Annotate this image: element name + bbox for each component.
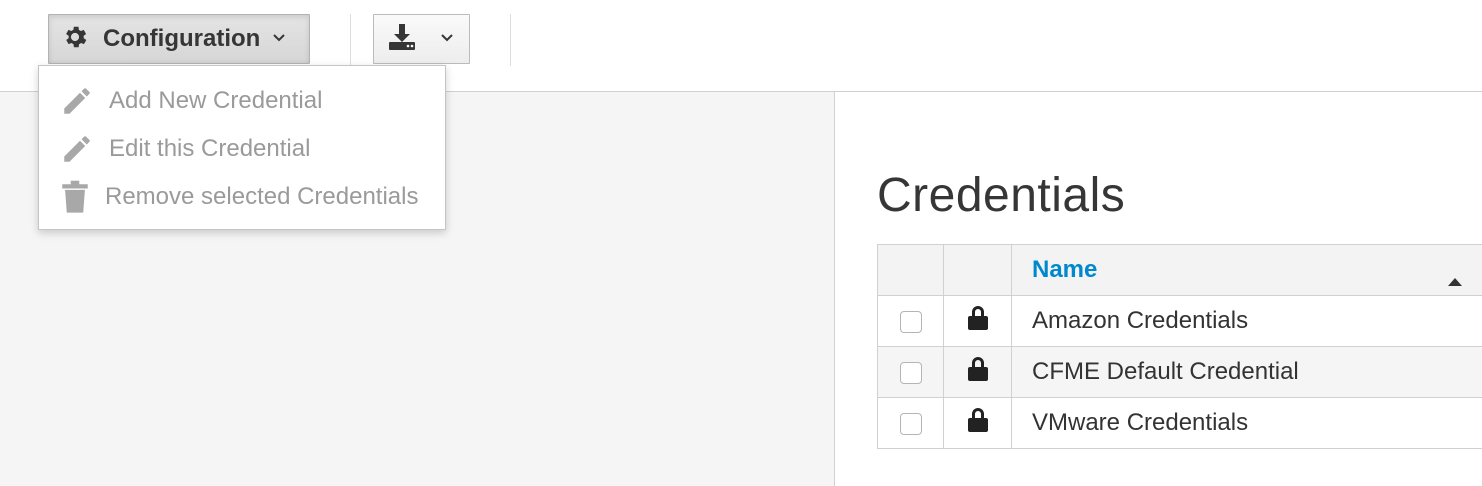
column-header-name-label: Name <box>1032 256 1098 283</box>
sort-ascending-icon <box>1448 265 1462 293</box>
lock-icon <box>967 305 989 337</box>
configuration-button[interactable]: Configuration <box>48 14 310 64</box>
row-name: VMware Credentials <box>1011 397 1482 449</box>
row-checkbox[interactable] <box>899 412 922 435</box>
gear-icon <box>61 23 89 56</box>
toolbar-divider <box>350 14 351 66</box>
table-header-row: Name <box>877 244 1482 296</box>
menu-item-label: Remove selected Credentials <box>105 183 419 210</box>
row-name: Amazon Credentials <box>1011 295 1482 347</box>
table-row[interactable]: CFME Default Credential <box>877 346 1482 398</box>
download-icon <box>386 22 418 57</box>
column-header-name[interactable]: Name <box>1011 244 1482 296</box>
lock-icon <box>967 407 989 439</box>
pencil-icon <box>57 84 97 118</box>
trash-icon <box>55 180 95 214</box>
row-checkbox[interactable] <box>899 310 922 333</box>
configuration-menu: Add New Credential Edit this Credential … <box>38 65 446 230</box>
menu-item-label: Add New Credential <box>109 87 323 114</box>
menu-item-add-new-credential[interactable]: Add New Credential <box>39 77 445 125</box>
table-row[interactable]: VMware Credentials <box>877 397 1482 449</box>
row-checkbox[interactable] <box>899 361 922 384</box>
download-button[interactable] <box>373 14 470 64</box>
table-row[interactable]: Amazon Credentials <box>877 295 1482 347</box>
toolbar-divider <box>510 14 511 66</box>
row-name: CFME Default Credential <box>1011 346 1482 398</box>
menu-item-edit-credential[interactable]: Edit this Credential <box>39 125 445 173</box>
menu-item-remove-credentials[interactable]: Remove selected Credentials <box>39 173 445 221</box>
credentials-table: Name Amazon Credentials CFME Default Cre… <box>877 244 1482 449</box>
column-header-select <box>877 244 944 296</box>
page-title: Credentials <box>877 169 1126 222</box>
configuration-label: Configuration <box>103 25 261 52</box>
pencil-icon <box>57 132 97 166</box>
menu-item-label: Edit this Credential <box>109 135 311 162</box>
chevron-down-icon <box>272 30 286 48</box>
column-header-icon <box>943 244 1012 296</box>
chevron-down-icon <box>440 30 454 48</box>
lock-icon <box>967 356 989 388</box>
